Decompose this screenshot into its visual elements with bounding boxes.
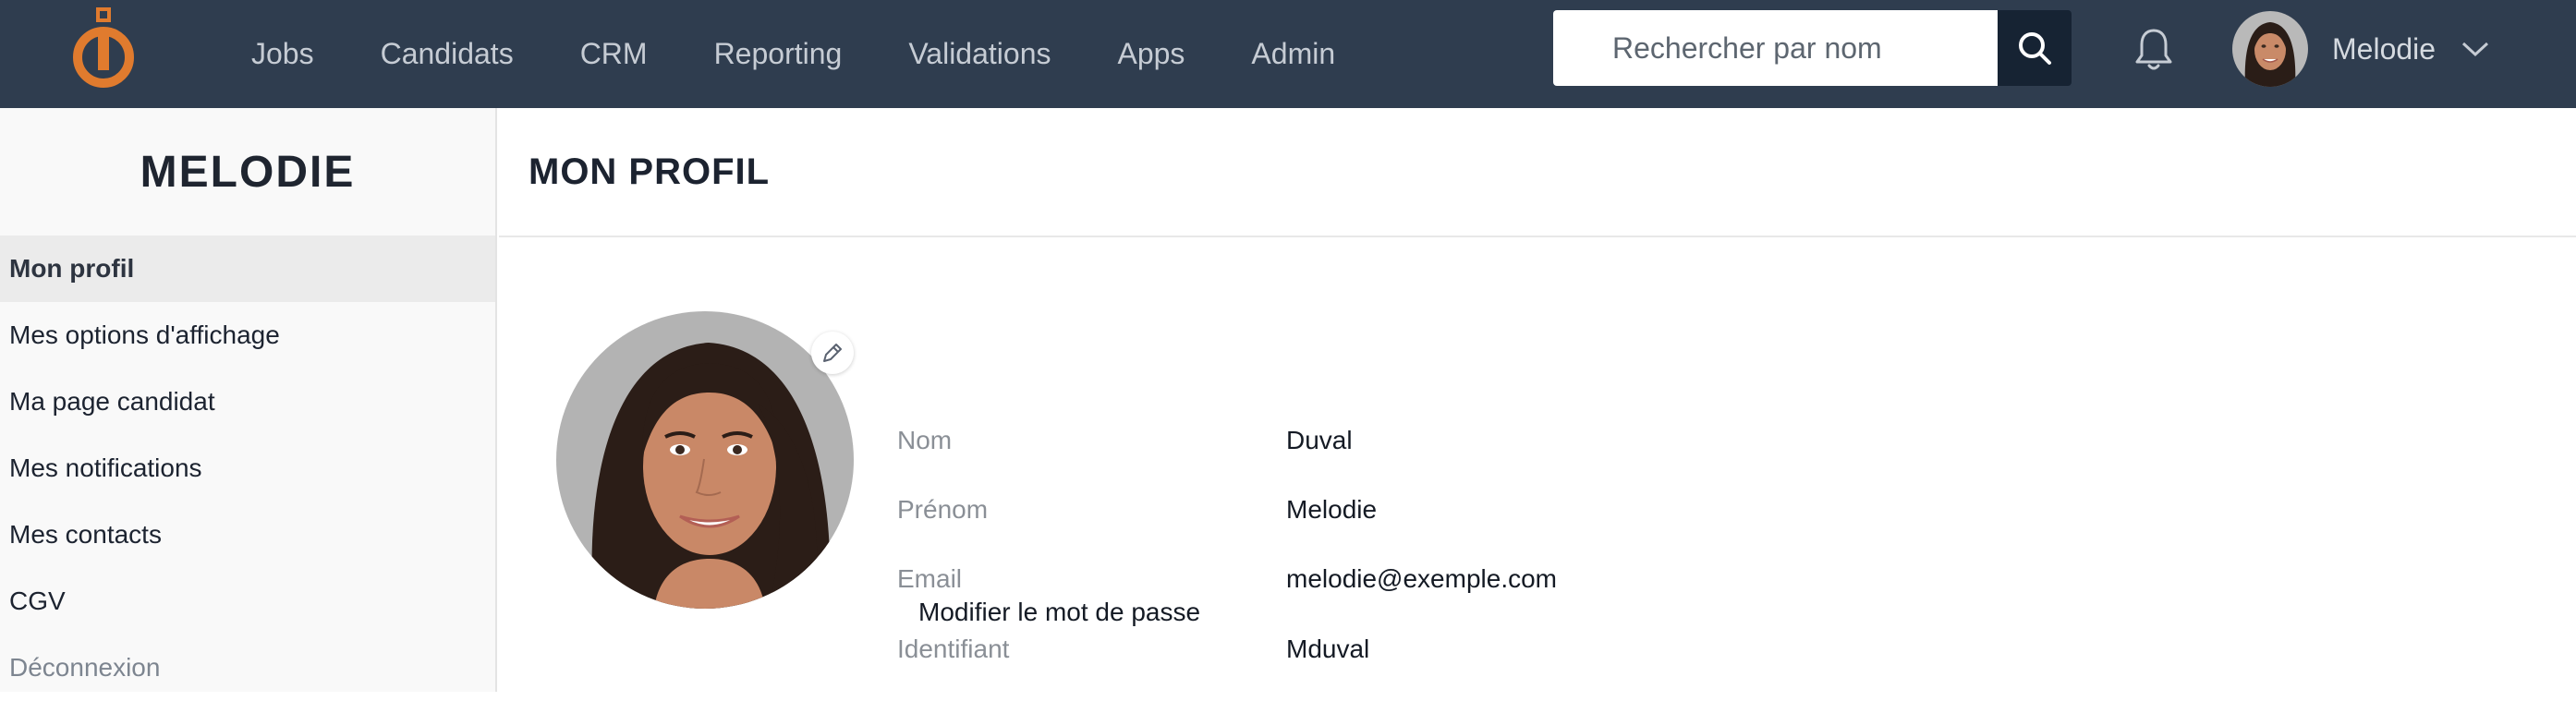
field-value-identifiant: Mduval — [1286, 635, 1370, 663]
nav-jobs[interactable]: Jobs — [214, 37, 314, 71]
field-label-nom: Nom — [897, 426, 953, 454]
sidebar-item-deconnexion[interactable]: Déconnexion — [0, 635, 495, 701]
search-icon — [2019, 32, 2051, 65]
sidebar-item-notifications[interactable]: Mes notifications — [0, 435, 495, 502]
nav-apps[interactable]: Apps — [1117, 37, 1185, 71]
main-content: MON PROFIL Nom Duval Prénom Melodie Emai… — [499, 108, 2576, 692]
search-bar — [1553, 10, 2072, 86]
main-nav: Jobs Candidats CRM Reporting Validations… — [214, 0, 1402, 108]
change-password-button[interactable]: Modifier le mot de passe — [918, 598, 1200, 627]
search-input[interactable] — [1553, 10, 1998, 86]
field-value-email: melodie@exemple.com — [1286, 564, 1557, 593]
sidebar-item-page-candidat[interactable]: Ma page candidat — [0, 369, 495, 435]
avatar — [2232, 11, 2308, 87]
edit-photo-button[interactable] — [811, 332, 854, 374]
user-name: Melodie — [2332, 31, 2436, 66]
field-value-nom: Duval — [1286, 426, 1353, 454]
pencil-icon — [823, 344, 842, 362]
nav-validations[interactable]: Validations — [908, 37, 1051, 71]
sidebar-item-contacts[interactable]: Mes contacts — [0, 502, 495, 568]
nav-candidats[interactable]: Candidats — [381, 37, 514, 71]
user-menu[interactable]: Melodie — [2232, 11, 2489, 87]
page-header: MON PROFIL — [499, 108, 2576, 237]
sidebar-menu: Mon profil Mes options d'affichage Ma pa… — [0, 236, 495, 701]
notifications-button[interactable] — [2131, 26, 2177, 74]
profile-photo — [556, 311, 854, 609]
field-label-prenom: Prénom — [897, 495, 989, 524]
nav-crm[interactable]: CRM — [580, 37, 648, 71]
nav-admin[interactable]: Admin — [1251, 37, 1335, 71]
logo-icon[interactable] — [67, 6, 140, 94]
page-title: MON PROFIL — [529, 151, 771, 192]
top-navigation-bar: Jobs Candidats CRM Reporting Validations… — [0, 0, 2576, 108]
nav-reporting[interactable]: Reporting — [714, 37, 843, 71]
sidebar-item-mon-profil[interactable]: Mon profil — [0, 236, 495, 302]
bell-icon — [2135, 29, 2172, 70]
sidebar-item-cgv[interactable]: CGV — [0, 568, 495, 635]
field-label-email: Email — [897, 564, 963, 593]
chevron-down-icon — [2462, 42, 2489, 57]
profile-photo-container — [556, 311, 854, 609]
sidebar: MELODIE Mon profil Mes options d'afficha… — [0, 108, 497, 692]
sidebar-item-options-affichage[interactable]: Mes options d'affichage — [0, 302, 495, 369]
field-value-prenom: Melodie — [1286, 495, 1378, 524]
sidebar-title: MELODIE — [140, 147, 356, 197]
search-button[interactable] — [1998, 10, 2072, 86]
field-label-identifiant: Identifiant — [897, 635, 1010, 663]
